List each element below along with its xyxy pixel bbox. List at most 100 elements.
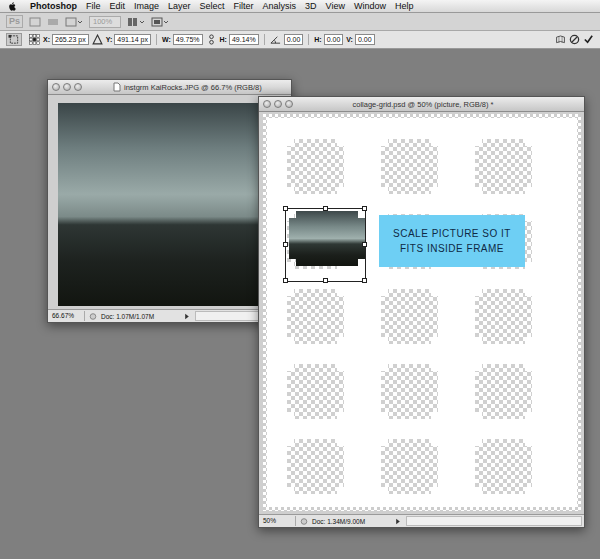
screen-mode-icon[interactable] bbox=[151, 17, 169, 27]
extras-icon[interactable] bbox=[65, 17, 83, 27]
field-input[interactable]: 265.23 px bbox=[52, 34, 89, 45]
option-field: Y: 491.14 px bbox=[106, 34, 151, 45]
transform-handle[interactable] bbox=[362, 278, 367, 283]
zoom-button[interactable] bbox=[285, 100, 293, 108]
relative-position-icon[interactable] bbox=[92, 34, 103, 45]
window-controls bbox=[52, 83, 82, 91]
photo-frame[interactable] bbox=[287, 289, 344, 344]
transform-handle[interactable] bbox=[323, 206, 328, 211]
photo-frame[interactable] bbox=[381, 439, 438, 494]
frame-cell bbox=[287, 289, 344, 344]
transform-handle[interactable] bbox=[283, 278, 288, 283]
menu-item[interactable]: Window bbox=[354, 0, 386, 12]
horizontal-scrollbar[interactable] bbox=[406, 516, 582, 526]
frame-cell bbox=[287, 364, 344, 419]
document-canvas bbox=[48, 95, 291, 309]
warp-icon[interactable] bbox=[555, 34, 566, 45]
zoom-select[interactable]: 100% bbox=[89, 16, 121, 28]
apple-icon[interactable] bbox=[8, 1, 17, 12]
close-button[interactable] bbox=[263, 100, 271, 108]
photo-frame[interactable] bbox=[287, 364, 344, 419]
menu-item[interactable]: Filter bbox=[234, 0, 254, 12]
instruction-callout: SCALE PICTURE SO IT FITS INSIDE FRAME bbox=[379, 215, 525, 267]
cancel-icon[interactable] bbox=[569, 34, 580, 45]
document-size: Doc: 1.34M/9.00M bbox=[312, 518, 390, 525]
field-input[interactable]: 0.00 bbox=[324, 34, 344, 45]
app-menu[interactable]: Photoshop bbox=[30, 0, 77, 12]
menu-item[interactable]: 3D bbox=[305, 0, 317, 12]
transform-handle[interactable] bbox=[323, 278, 328, 283]
menu-item[interactable]: Help bbox=[395, 0, 414, 12]
field-input[interactable]: 0.00 bbox=[284, 34, 304, 45]
document-size: Doc: 1.07M/1.07M bbox=[101, 313, 179, 320]
minimize-button[interactable] bbox=[63, 83, 71, 91]
document-window[interactable]: instgrm KaiRocks.JPG @ 66.7% (RGB/8) 66.… bbox=[47, 79, 292, 323]
photo-frame[interactable] bbox=[475, 139, 532, 194]
option-field: V: 0.00 bbox=[346, 34, 374, 45]
menu-arrow-icon[interactable] bbox=[183, 312, 191, 321]
status-info-icon[interactable] bbox=[300, 517, 308, 526]
menu-item[interactable]: Image bbox=[134, 0, 159, 12]
collage-sheet: SCALE PICTURE SO IT FITS INSIDE FRAME bbox=[267, 118, 577, 507]
option-field: W: 49.75% bbox=[162, 34, 203, 45]
menu-arrow-icon[interactable] bbox=[394, 517, 402, 526]
frame-cell bbox=[475, 364, 532, 419]
transform-handle[interactable] bbox=[283, 206, 288, 211]
field-input[interactable]: 49.14% bbox=[229, 34, 259, 45]
placed-picture[interactable] bbox=[289, 211, 365, 266]
minimize-button[interactable] bbox=[274, 100, 282, 108]
photo-frame[interactable] bbox=[287, 139, 344, 194]
field-input[interactable]: 0.00 bbox=[355, 34, 375, 45]
status-bar: 50% Doc: 1.34M/9.00M bbox=[259, 514, 584, 527]
field-input[interactable]: 491.14 px bbox=[114, 34, 151, 45]
document-window[interactable]: collage-grid.psd @ 50% (picture, RGB/8) … bbox=[258, 96, 585, 528]
transform-tool-icon[interactable] bbox=[6, 33, 22, 46]
document-canvas: SCALE PICTURE SO IT FITS INSIDE FRAME bbox=[263, 114, 581, 511]
menu-item[interactable]: View bbox=[326, 0, 345, 12]
photo-frame[interactable] bbox=[381, 289, 438, 344]
status-info-icon[interactable] bbox=[89, 312, 97, 321]
menu-item[interactable]: Analysis bbox=[263, 0, 297, 12]
minibridge-icon[interactable] bbox=[47, 17, 59, 27]
reference-point-icon[interactable] bbox=[29, 34, 40, 45]
zoom-field[interactable]: 50% bbox=[261, 516, 296, 526]
file-icon bbox=[113, 82, 121, 92]
photo-frame[interactable] bbox=[475, 364, 532, 419]
frame-cell bbox=[381, 139, 438, 194]
transform-handle[interactable] bbox=[362, 206, 367, 211]
link-icon[interactable] bbox=[206, 34, 217, 45]
menu-item[interactable]: File bbox=[86, 0, 101, 12]
photo-frame[interactable] bbox=[475, 289, 532, 344]
photo-frame[interactable] bbox=[475, 439, 532, 494]
title-bar[interactable]: collage-grid.psd @ 50% (picture, RGB/8) … bbox=[259, 97, 584, 112]
commit-icon[interactable] bbox=[583, 34, 594, 45]
transform-handle[interactable] bbox=[362, 242, 367, 247]
zoom-field[interactable]: 66.67% bbox=[50, 311, 85, 321]
field-input[interactable]: 49.75% bbox=[173, 34, 203, 45]
close-button[interactable] bbox=[52, 83, 60, 91]
window-title: collage-grid.psd @ 50% (picture, RGB/8) … bbox=[296, 100, 580, 109]
bridge-icon[interactable] bbox=[29, 17, 41, 27]
zoom-button[interactable] bbox=[74, 83, 82, 91]
option-field: H: 0.00 bbox=[314, 34, 343, 45]
transform-handle[interactable] bbox=[283, 242, 288, 247]
separator bbox=[264, 34, 265, 45]
angle-icon bbox=[270, 34, 281, 45]
field-label: H: bbox=[220, 36, 227, 43]
photo-frame[interactable] bbox=[287, 439, 344, 494]
frame-cell bbox=[287, 139, 344, 194]
photo bbox=[58, 103, 288, 306]
frame-cell bbox=[381, 439, 438, 494]
menu-item[interactable]: Select bbox=[200, 0, 225, 12]
screen: Photoshop File Edit Image Layer Select Filter… bbox=[0, 0, 600, 559]
option-field: 0.00 bbox=[284, 34, 304, 45]
photo-frame[interactable] bbox=[381, 364, 438, 419]
photo-frame[interactable] bbox=[381, 139, 438, 194]
arrange-icon[interactable] bbox=[127, 17, 145, 27]
field-label: X: bbox=[43, 36, 50, 43]
transform-box[interactable] bbox=[285, 208, 366, 282]
title-bar[interactable]: instgrm KaiRocks.JPG @ 66.7% (RGB/8) bbox=[48, 80, 291, 95]
menu-item[interactable]: Edit bbox=[110, 0, 126, 12]
menu-item[interactable]: Layer bbox=[168, 0, 191, 12]
field-label: Y: bbox=[106, 36, 112, 43]
